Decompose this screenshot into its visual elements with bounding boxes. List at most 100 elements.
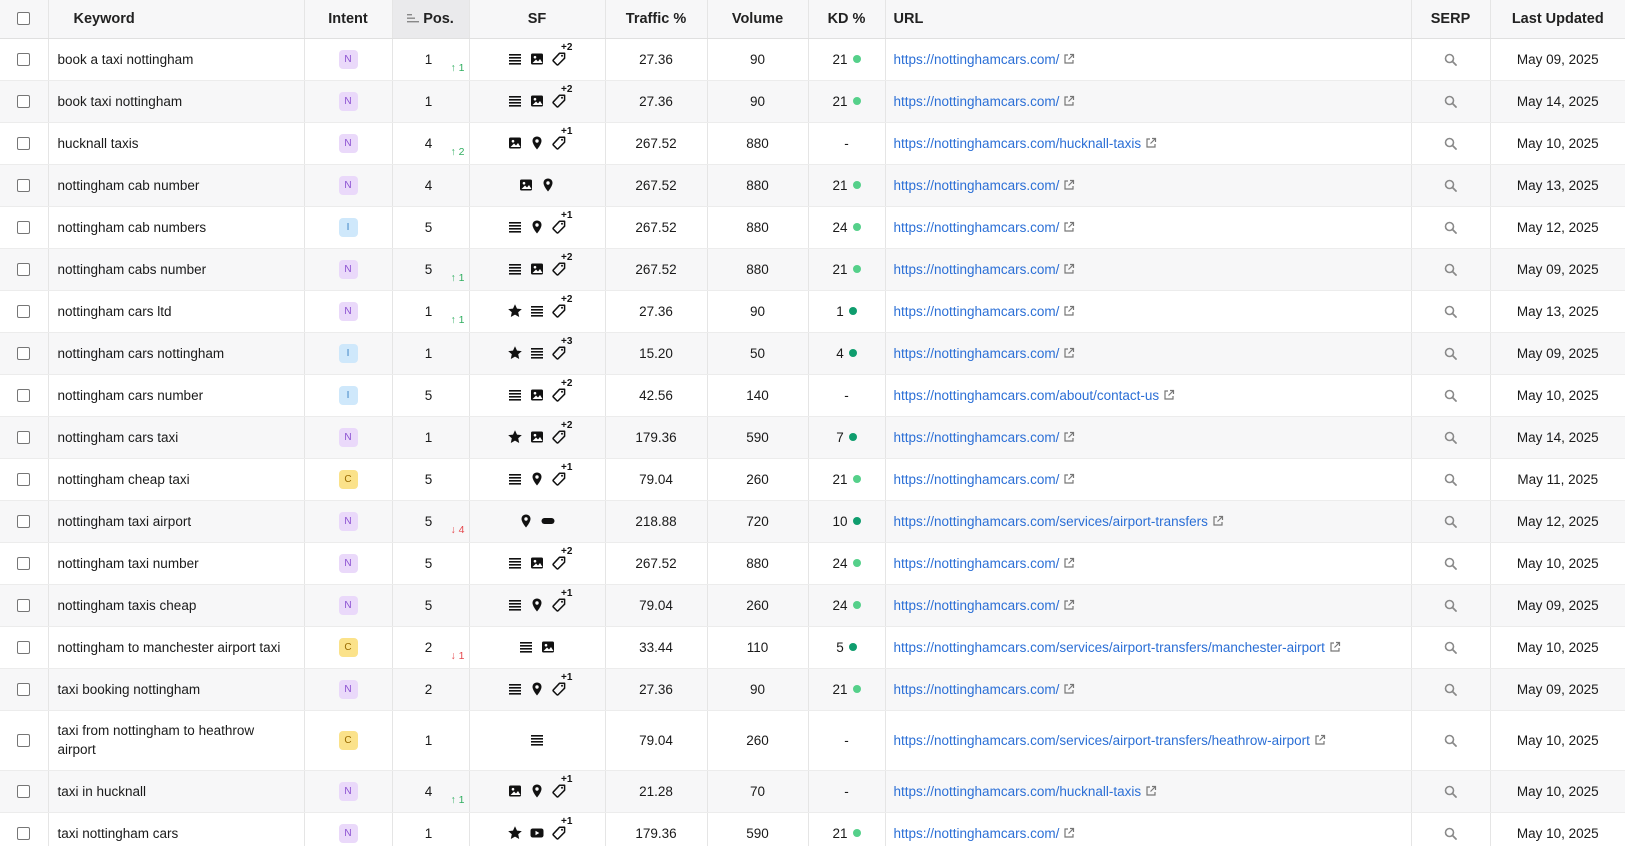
traffic-cell: 267.52: [605, 248, 708, 291]
external-link-icon[interactable]: [1063, 431, 1075, 443]
url-link[interactable]: https://nottinghamcars.com/: [894, 178, 1060, 193]
col-url[interactable]: URL: [885, 0, 1412, 39]
external-link-icon[interactable]: [1063, 827, 1075, 839]
row-checkbox[interactable]: [17, 347, 31, 361]
row-checkbox[interactable]: [17, 557, 31, 571]
search-icon[interactable]: [1444, 827, 1457, 841]
external-link-icon[interactable]: [1063, 221, 1075, 233]
external-link-icon[interactable]: [1063, 95, 1075, 107]
url-link[interactable]: https://nottinghamcars.com/: [894, 598, 1060, 613]
col-kd[interactable]: KD %: [808, 0, 886, 39]
col-sf[interactable]: SF: [469, 0, 606, 39]
row-checkbox[interactable]: [17, 389, 31, 403]
row-checkbox[interactable]: [17, 785, 31, 799]
search-icon[interactable]: [1444, 641, 1457, 655]
url-link[interactable]: https://nottinghamcars.com/: [894, 556, 1060, 571]
external-link-icon[interactable]: [1329, 641, 1341, 653]
url-link[interactable]: https://nottinghamcars.com/: [894, 472, 1060, 487]
external-link-icon[interactable]: [1212, 515, 1224, 527]
col-updated[interactable]: Last Updated: [1490, 0, 1625, 39]
search-icon[interactable]: [1444, 347, 1457, 361]
col-intent[interactable]: Intent: [304, 0, 393, 39]
external-link-icon[interactable]: [1063, 473, 1075, 485]
select-all-checkbox[interactable]: [17, 12, 31, 26]
url-link[interactable]: https://nottinghamcars.com/: [894, 682, 1060, 697]
external-link-icon[interactable]: [1063, 263, 1075, 275]
row-checkbox[interactable]: [17, 683, 31, 697]
col-serp[interactable]: SERP: [1411, 0, 1491, 39]
search-icon[interactable]: [1444, 305, 1457, 319]
pos-cell: 1: [392, 812, 470, 846]
row-checkbox[interactable]: [17, 515, 31, 529]
intent-badge: N: [338, 553, 358, 573]
row-checkbox[interactable]: [17, 599, 31, 613]
map-pin-icon: [529, 681, 545, 697]
search-icon[interactable]: [1444, 515, 1457, 529]
url-link[interactable]: https://nottinghamcars.com/hucknall-taxi…: [894, 136, 1142, 151]
url-link[interactable]: https://nottinghamcars.com/services/airp…: [894, 514, 1208, 529]
row-checkbox[interactable]: [17, 827, 31, 841]
search-icon[interactable]: [1444, 137, 1457, 151]
row-checkbox[interactable]: [17, 431, 31, 445]
external-link-icon[interactable]: [1063, 557, 1075, 569]
search-icon[interactable]: [1444, 473, 1457, 487]
search-icon[interactable]: [1444, 263, 1457, 277]
row-checkbox[interactable]: [17, 221, 31, 235]
search-icon[interactable]: [1444, 221, 1457, 235]
external-link-icon[interactable]: [1063, 347, 1075, 359]
col-pos[interactable]: Pos.: [392, 0, 470, 39]
external-link-icon[interactable]: [1063, 599, 1075, 611]
sf-more-count: +2: [561, 42, 573, 54]
col-volume[interactable]: Volume: [707, 0, 809, 39]
url-link[interactable]: https://nottinghamcars.com/: [894, 430, 1060, 445]
kd-value: 1: [836, 303, 844, 319]
search-icon[interactable]: [1444, 389, 1457, 403]
row-checkbox[interactable]: [17, 641, 31, 655]
url-link[interactable]: https://nottinghamcars.com/: [894, 304, 1060, 319]
url-link[interactable]: https://nottinghamcars.com/services/airp…: [894, 640, 1325, 655]
traffic-cell: 27.36: [605, 290, 708, 333]
url-link[interactable]: https://nottinghamcars.com/about/contact…: [894, 388, 1160, 403]
url-link[interactable]: https://nottinghamcars.com/: [894, 346, 1060, 361]
url-link[interactable]: https://nottinghamcars.com/: [894, 262, 1060, 277]
search-icon[interactable]: [1444, 431, 1457, 445]
col-traffic[interactable]: Traffic %: [605, 0, 708, 39]
traffic-cell: 27.36: [605, 668, 708, 711]
row-checkbox[interactable]: [17, 179, 31, 193]
external-link-icon[interactable]: [1063, 179, 1075, 191]
search-icon[interactable]: [1444, 557, 1457, 571]
search-icon[interactable]: [1444, 179, 1457, 193]
url-link[interactable]: https://nottinghamcars.com/: [894, 220, 1060, 235]
col-keyword[interactable]: Keyword: [48, 0, 305, 39]
row-checkbox[interactable]: [17, 473, 31, 487]
traffic-cell: 179.36: [605, 416, 708, 459]
row-checkbox[interactable]: [17, 53, 31, 67]
row-checkbox[interactable]: [17, 263, 31, 277]
tag-icon: +2: [551, 252, 572, 277]
url-link[interactable]: https://nottinghamcars.com/hucknall-taxi…: [894, 784, 1142, 799]
external-link-icon[interactable]: [1163, 389, 1175, 401]
search-icon[interactable]: [1444, 785, 1457, 799]
row-checkbox[interactable]: [17, 95, 31, 109]
volume-cell: 880: [707, 248, 809, 291]
external-link-icon[interactable]: [1063, 683, 1075, 695]
search-icon[interactable]: [1444, 599, 1457, 613]
sf-more-count: +1: [561, 462, 573, 474]
external-link-icon[interactable]: [1314, 734, 1326, 746]
external-link-icon[interactable]: [1145, 785, 1157, 797]
search-icon[interactable]: [1444, 53, 1457, 67]
url-link[interactable]: https://nottinghamcars.com/: [894, 94, 1060, 109]
url-link[interactable]: https://nottinghamcars.com/services/airp…: [894, 733, 1310, 748]
external-link-icon[interactable]: [1145, 137, 1157, 149]
row-checkbox[interactable]: [17, 137, 31, 151]
row-checkbox[interactable]: [17, 305, 31, 319]
external-link-icon[interactable]: [1063, 53, 1075, 65]
url-link[interactable]: https://nottinghamcars.com/: [894, 52, 1060, 67]
search-icon[interactable]: [1444, 683, 1457, 697]
image-icon: [529, 51, 545, 67]
row-checkbox[interactable]: [17, 734, 31, 748]
search-icon[interactable]: [1444, 95, 1457, 109]
search-icon[interactable]: [1444, 734, 1457, 748]
external-link-icon[interactable]: [1063, 305, 1075, 317]
url-link[interactable]: https://nottinghamcars.com/: [894, 826, 1060, 841]
